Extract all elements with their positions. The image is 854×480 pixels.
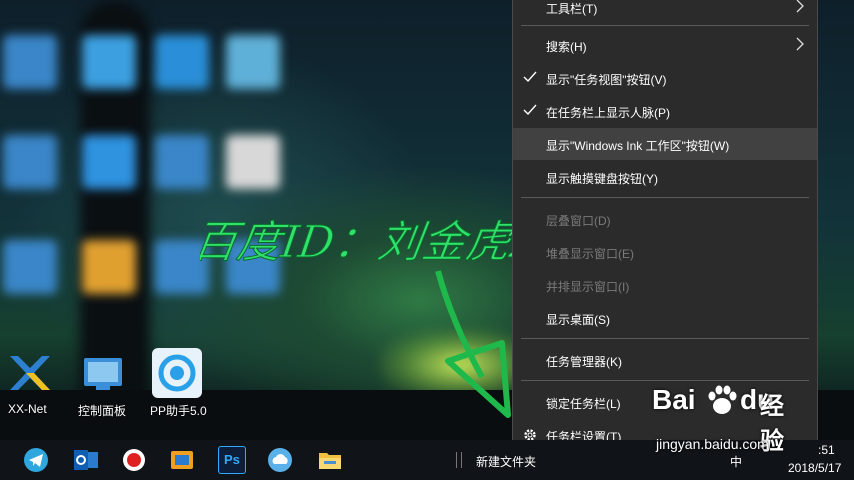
chevron-right-icon — [796, 0, 804, 13]
menu-item-cascade: 层叠窗口(D) — [513, 203, 817, 235]
menu-item-label: 并排显示窗口(I) — [546, 280, 630, 294]
desktop-icon-blurred[interactable] — [82, 35, 136, 89]
menu-item-search[interactable]: 搜索(H) — [513, 29, 817, 61]
checkmark-icon — [523, 104, 537, 116]
menu-item-show-task-view[interactable]: 显示"任务视图"按钮(V) — [513, 62, 817, 94]
menu-item-label: 工具栏(T) — [546, 2, 598, 16]
pp-assistant-icon[interactable] — [152, 348, 202, 398]
menu-item-toolbars[interactable]: 工具栏(T) — [513, 0, 817, 23]
menu-item-label: 显示触摸键盘按钮(Y) — [546, 172, 658, 186]
desktop-icon-blurred[interactable] — [3, 135, 57, 189]
desktop-icon-blurred[interactable] — [3, 240, 57, 294]
clock-date[interactable]: 2018/5/17 — [788, 461, 841, 475]
telegram-icon[interactable] — [22, 446, 50, 474]
desktop-icon-blurred[interactable] — [155, 35, 209, 89]
baidu-brand: Bai — [652, 384, 696, 415]
desktop-icon-label: XX-Net — [8, 402, 47, 416]
desktop-icon-blurred[interactable] — [226, 135, 280, 189]
arrow-annotation-icon — [435, 270, 511, 418]
outlook-icon[interactable] — [72, 446, 100, 474]
photoshop-label: Ps — [224, 452, 240, 467]
paw-icon — [708, 385, 737, 414]
menu-item-label: 搜索(H) — [546, 40, 587, 54]
desktop-icon-label: PP助手5.0 — [150, 404, 207, 418]
menu-item-label: 层叠窗口(D) — [546, 214, 611, 228]
vm-icon[interactable] — [168, 446, 196, 474]
menu-item-windows-ink[interactable]: 显示"Windows Ink 工作区"按钮(W) — [513, 128, 817, 160]
clock-time[interactable]: :51 — [818, 443, 835, 457]
menu-separator — [521, 338, 809, 339]
desktop-icon-blurred[interactable] — [82, 240, 136, 294]
menu-item-label: 锁定任务栏(L) — [546, 397, 621, 411]
desktop-icon-blurred[interactable] — [82, 135, 136, 189]
control-panel-icon[interactable] — [78, 348, 128, 398]
toolbar-label[interactable]: 新建文件夹 — [476, 453, 536, 470]
ime-label[interactable]: 中 — [730, 453, 742, 470]
toolbar-handle[interactable] — [456, 452, 462, 468]
menu-item-label: 显示"Windows Ink 工作区"按钮(W) — [546, 139, 730, 153]
menu-item-touch-keyboard[interactable]: 显示触摸键盘按钮(Y) — [513, 161, 817, 193]
menu-item-label: 堆叠显示窗口(E) — [546, 247, 634, 261]
menu-item-label: 显示桌面(S) — [546, 313, 610, 327]
menu-item-task-manager[interactable]: 任务管理器(K) — [513, 344, 817, 376]
menu-item-show-people[interactable]: 在任务栏上显示人脉(P) — [513, 95, 817, 127]
menu-item-label: 在任务栏上显示人脉(P) — [546, 106, 670, 120]
checkmark-icon — [523, 71, 537, 83]
menu-item-show-desktop[interactable]: 显示桌面(S) — [513, 302, 817, 334]
file-explorer-icon[interactable] — [316, 446, 344, 474]
chevron-right-icon — [796, 37, 804, 51]
menu-separator — [521, 25, 809, 26]
desktop-icon-label: 控制面板 — [78, 404, 127, 418]
xx-net-icon[interactable] — [4, 348, 54, 398]
menu-separator — [521, 380, 809, 381]
photoshop-icon[interactable]: Ps — [218, 446, 246, 474]
menu-item-label: 任务管理器(K) — [546, 355, 622, 369]
menu-separator — [521, 197, 809, 198]
record-icon[interactable] — [120, 446, 148, 474]
desktop-icon-blurred[interactable] — [226, 35, 280, 89]
baidu-url: jingyan.baidu.com — [656, 436, 769, 452]
desktop-icon-blurred[interactable] — [155, 135, 209, 189]
menu-item-stack: 堆叠显示窗口(E) — [513, 236, 817, 268]
menu-item-label: 显示"任务视图"按钮(V) — [546, 73, 667, 87]
desktop-icon-blurred[interactable] — [3, 35, 57, 89]
menu-item-side-by-side: 并排显示窗口(I) — [513, 269, 817, 301]
cloud-icon[interactable] — [266, 446, 294, 474]
